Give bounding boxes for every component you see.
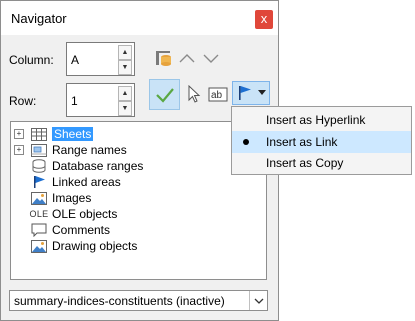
- chevron-down-icon: [254, 298, 263, 304]
- pointer-icon[interactable]: [183, 83, 205, 105]
- next-icon[interactable]: [200, 47, 222, 69]
- drag-mode-icon: [238, 86, 251, 100]
- row-field[interactable]: 1 ▲ ▼: [66, 83, 135, 117]
- row-decrement-button[interactable]: ▼: [118, 101, 132, 116]
- content-toggle-icon: [155, 87, 174, 103]
- column-value[interactable]: A: [71, 53, 79, 67]
- tree-item-label[interactable]: Comments: [52, 223, 110, 237]
- content-tree[interactable]: + Sheets + Range names Database ranges L…: [10, 121, 267, 280]
- column-increment-button[interactable]: ▲: [118, 45, 132, 60]
- image-icon: [30, 191, 48, 205]
- ole-icon: OLE: [29, 207, 49, 221]
- svg-text:ab: ab: [211, 90, 223, 101]
- tree-item-database-ranges[interactable]: Database ranges: [14, 158, 264, 174]
- tree-item-range-names[interactable]: + Range names: [14, 142, 264, 158]
- column-spinner[interactable]: ▲ ▼: [118, 45, 132, 75]
- tree-item-sheets[interactable]: + Sheets: [14, 126, 264, 142]
- previous-icon[interactable]: [176, 47, 198, 69]
- tree-item-label[interactable]: Images: [52, 191, 91, 205]
- row-spinner[interactable]: ▲ ▼: [118, 86, 132, 116]
- title-bar: Navigator x: [1, 1, 278, 35]
- tree-item-label[interactable]: Range names: [52, 143, 127, 157]
- document-select[interactable]: summary-indices-constituents (inactive): [9, 290, 268, 311]
- tree-item-linked-areas[interactable]: Linked areas: [14, 174, 264, 190]
- comment-icon: [30, 223, 48, 237]
- close-icon[interactable]: x: [261, 11, 268, 26]
- tree-item-label[interactable]: Sheets: [52, 127, 94, 141]
- expand-icon[interactable]: +: [14, 145, 24, 155]
- ole-icon-text: OLE: [29, 209, 49, 219]
- tree-item-images[interactable]: Images: [14, 190, 264, 206]
- row-label: Row:: [9, 94, 37, 108]
- menu-item-insert-as-hyperlink[interactable]: Insert as Hyperlink: [232, 109, 411, 131]
- drag-mode-menu: Insert as Hyperlink Insert as Link Inser…: [231, 106, 412, 175]
- linked-areas-icon: [30, 175, 48, 189]
- menu-item-insert-as-link[interactable]: Insert as Link: [232, 131, 411, 153]
- radio-bullet-icon: [243, 139, 249, 145]
- tree-item-label[interactable]: OLE objects: [52, 207, 117, 221]
- sheets-icon: [30, 127, 48, 141]
- menu-item-label[interactable]: Insert as Link: [266, 135, 337, 149]
- close-button[interactable]: x: [255, 10, 273, 29]
- menu-item-label[interactable]: Insert as Copy: [266, 156, 343, 170]
- content-toggle-button[interactable]: [149, 79, 180, 110]
- tree-item-label[interactable]: Drawing objects: [52, 239, 137, 253]
- database-icon: [30, 159, 48, 173]
- column-field[interactable]: A ▲ ▼: [66, 42, 135, 76]
- menu-item-insert-as-copy[interactable]: Insert as Copy: [232, 152, 411, 174]
- dropdown-arrow-icon: [257, 90, 266, 95]
- ab-text-icon[interactable]: ab: [207, 83, 229, 105]
- tree-item-ole-objects[interactable]: OLE OLE objects: [14, 206, 264, 222]
- tree-list: + Sheets + Range names Database ranges L…: [14, 126, 264, 254]
- tree-item-label[interactable]: Linked areas: [52, 175, 121, 189]
- range-names-icon: [30, 143, 48, 157]
- tree-item-comments[interactable]: Comments: [14, 222, 264, 238]
- menu-item-label[interactable]: Insert as Hyperlink: [266, 113, 365, 127]
- row-increment-button[interactable]: ▲: [118, 86, 132, 101]
- tree-item-drawing-objects[interactable]: Drawing objects: [14, 238, 264, 254]
- document-select-arrow[interactable]: [249, 291, 267, 310]
- column-decrement-button[interactable]: ▼: [118, 60, 132, 75]
- data-range-icon[interactable]: [153, 47, 175, 69]
- drag-mode-button[interactable]: [232, 81, 270, 105]
- drawing-icon: [30, 239, 48, 253]
- window-title: Navigator: [11, 11, 67, 26]
- row-value[interactable]: 1: [71, 94, 78, 108]
- column-label: Column:: [9, 53, 54, 67]
- tree-item-label[interactable]: Database ranges: [52, 159, 143, 173]
- document-select-value[interactable]: summary-indices-constituents (inactive): [14, 294, 225, 308]
- expand-icon[interactable]: +: [14, 129, 24, 139]
